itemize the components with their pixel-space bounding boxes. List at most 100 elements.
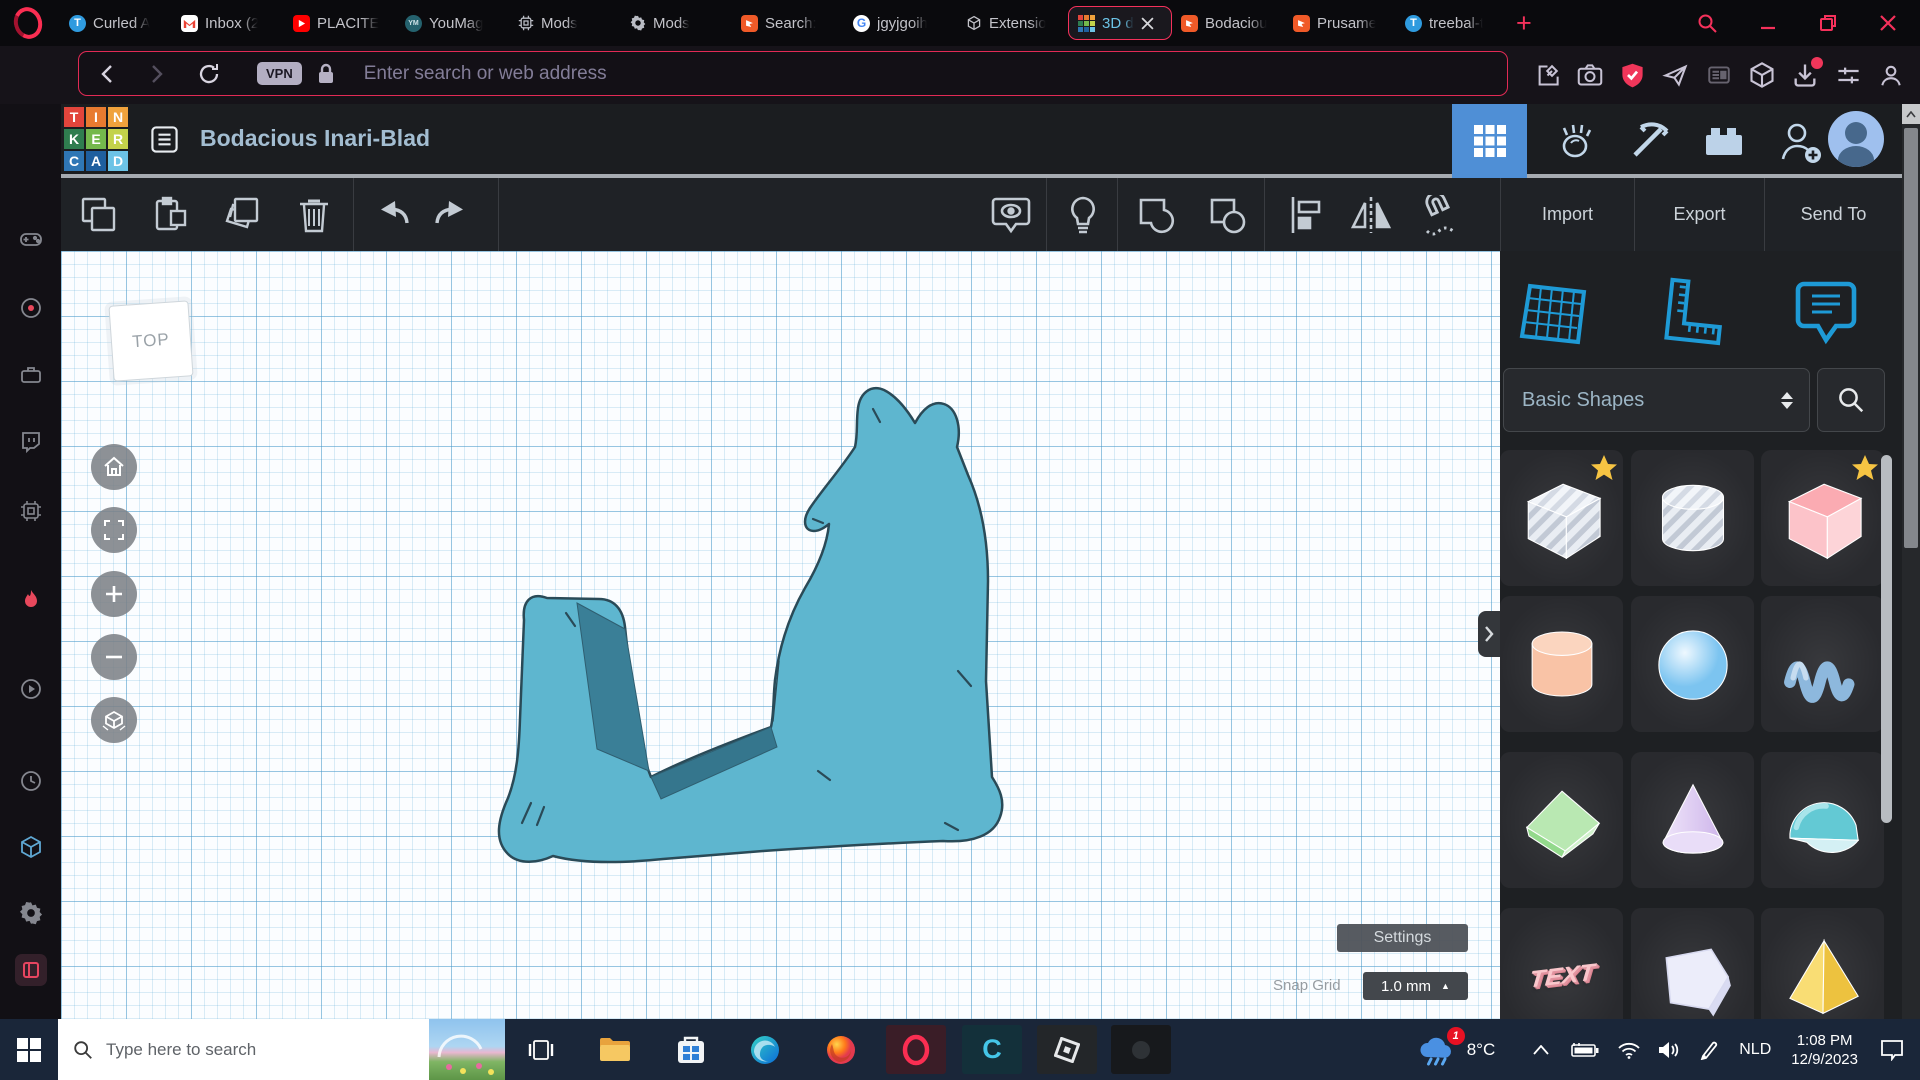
- workspace-icon[interactable]: [19, 363, 43, 387]
- taskbar-search[interactable]: Type here to search: [58, 1019, 505, 1080]
- shape-cylinder-solid[interactable]: [1500, 596, 1623, 732]
- file-explorer-icon[interactable]: [585, 1025, 645, 1074]
- avatar[interactable]: [1828, 111, 1884, 167]
- opera-gx-logo-icon[interactable]: [9, 3, 47, 43]
- new-tab-button[interactable]: +: [1516, 9, 1532, 37]
- tab[interactable]: Mods: [620, 6, 732, 40]
- tab[interactable]: T treebal-t: [1396, 6, 1508, 40]
- category-select[interactable]: Basic Shapes: [1503, 368, 1810, 432]
- model-howling-cat[interactable]: [61, 251, 1500, 1019]
- tab-active-tinkercad[interactable]: 3D d: [1068, 6, 1172, 40]
- address-field[interactable]: VPN Enter search or web address: [78, 51, 1508, 96]
- redo-icon[interactable]: [429, 195, 471, 233]
- shape-cylinder[interactable]: [1631, 450, 1754, 586]
- tab[interactable]: Prusame: [1284, 6, 1396, 40]
- tab[interactable]: T Curled A: [60, 6, 172, 40]
- delete-icon[interactable]: [296, 195, 332, 235]
- action-center-icon[interactable]: [1880, 1039, 1904, 1061]
- ungroup-icon[interactable]: [1207, 195, 1249, 237]
- panels-icon[interactable]: [1834, 62, 1863, 89]
- tinkercad-logo[interactable]: T I N K E R C A D: [64, 107, 128, 171]
- shapes-scrollbar[interactable]: [1881, 455, 1892, 823]
- invite-person-icon[interactable]: [1777, 119, 1825, 165]
- send-to-button[interactable]: Send To: [1764, 178, 1902, 251]
- page-scrollbar[interactable]: [1902, 104, 1920, 1019]
- opera-gx-taskbar-icon[interactable]: [886, 1025, 946, 1074]
- tab[interactable]: Extensio: [956, 6, 1068, 40]
- gamepad-icon[interactable]: [19, 227, 43, 251]
- address-placeholder[interactable]: Enter search or web address: [364, 63, 607, 85]
- tinker-hand-icon[interactable]: [1553, 119, 1597, 163]
- panel-collapse-handle[interactable]: [1478, 611, 1500, 657]
- paste-icon[interactable]: [151, 195, 191, 235]
- tab[interactable]: PLACITE: [284, 6, 396, 40]
- pin-icon[interactable]: [1534, 62, 1561, 89]
- sidebar-setup-active[interactable]: [15, 954, 47, 986]
- camera-icon[interactable]: [1576, 62, 1604, 89]
- apps-grid-button[interactable]: [1452, 104, 1527, 178]
- minimize-icon[interactable]: [1758, 13, 1778, 33]
- roblox-studio-icon[interactable]: [1037, 1025, 1097, 1074]
- ruler-icon[interactable]: [1655, 276, 1727, 352]
- copy-icon[interactable]: [79, 195, 119, 235]
- export-button[interactable]: Export: [1634, 178, 1764, 251]
- wifi-icon[interactable]: [1617, 1041, 1641, 1059]
- settings-gear-icon[interactable]: [19, 901, 43, 925]
- vpn-badge[interactable]: VPN: [257, 62, 302, 85]
- back-icon[interactable]: [97, 63, 119, 85]
- star-badge-icon[interactable]: [1849, 452, 1881, 484]
- language-indicator[interactable]: NLD: [1739, 1041, 1771, 1059]
- task-view-icon[interactable]: [527, 1037, 555, 1063]
- dark-app-icon[interactable]: [1111, 1025, 1171, 1074]
- pen-icon[interactable]: [1699, 1040, 1719, 1060]
- twitch-icon[interactable]: [19, 430, 43, 454]
- taskbar-clock[interactable]: 1:08 PM 12/9/2023: [1791, 1031, 1858, 1069]
- temperature[interactable]: 8°C: [1467, 1040, 1496, 1060]
- search-highlight-image[interactable]: [429, 1019, 505, 1080]
- duplicate-icon[interactable]: [221, 195, 263, 235]
- shape-box-solid[interactable]: [1761, 450, 1884, 586]
- minecraft-pickaxe-icon[interactable]: [1627, 119, 1673, 163]
- mods-chip-icon[interactable]: [19, 499, 43, 523]
- scroll-up-icon[interactable]: [1902, 104, 1920, 124]
- align-icon[interactable]: [1287, 195, 1323, 235]
- microsoft-store-icon[interactable]: [661, 1025, 721, 1074]
- tab[interactable]: Search:: [732, 6, 844, 40]
- close-window-icon[interactable]: [1878, 13, 1898, 33]
- edge-icon[interactable]: [735, 1025, 795, 1074]
- tab[interactable]: Bodaciou: [1172, 6, 1284, 40]
- tray-expand-icon[interactable]: [1533, 1044, 1549, 1055]
- firefox-icon[interactable]: [811, 1025, 871, 1074]
- shape-half-cylinder[interactable]: [1761, 752, 1884, 888]
- magnet-icon[interactable]: [1417, 195, 1463, 237]
- start-button[interactable]: [0, 1019, 58, 1080]
- shape-scribble[interactable]: [1761, 596, 1884, 732]
- shape-sphere[interactable]: [1631, 596, 1754, 732]
- shape-box[interactable]: [1500, 450, 1623, 586]
- volume-icon[interactable]: [1657, 1040, 1681, 1060]
- design-title[interactable]: Bodacious Inari-Blad: [200, 125, 430, 152]
- design-list-icon[interactable]: [150, 125, 179, 154]
- extensions-cube-icon[interactable]: [1748, 61, 1776, 89]
- design-canvas[interactable]: TOP Settings Snap Grid 1.0 mm ▲: [61, 251, 1500, 1019]
- shield-check-icon[interactable]: [1619, 61, 1646, 89]
- snap-grid-dropdown[interactable]: 1.0 mm ▲: [1363, 972, 1468, 1000]
- tab[interactable]: YM YouMag: [396, 6, 508, 40]
- notes-icon[interactable]: [1790, 276, 1862, 352]
- download-wrap[interactable]: [1791, 57, 1823, 89]
- undo-icon[interactable]: [373, 195, 415, 233]
- forward-icon[interactable]: [145, 63, 167, 85]
- tab[interactable]: Inbox (2: [172, 6, 284, 40]
- gx-store-icon[interactable]: [19, 835, 43, 859]
- speed-dial-icon[interactable]: [19, 296, 43, 320]
- star-badge-icon[interactable]: [1588, 452, 1620, 484]
- shape-cone[interactable]: [1631, 752, 1754, 888]
- maximize-icon[interactable]: [1818, 13, 1838, 33]
- scrollbar-thumb[interactable]: [1904, 128, 1918, 548]
- shape-roof[interactable]: [1500, 752, 1623, 888]
- history-icon[interactable]: [19, 769, 43, 793]
- cura-icon[interactable]: C: [962, 1025, 1022, 1074]
- group-icon[interactable]: [1136, 195, 1178, 237]
- tab[interactable]: G jgyjgoih: [844, 6, 956, 40]
- reload-icon[interactable]: [197, 62, 221, 86]
